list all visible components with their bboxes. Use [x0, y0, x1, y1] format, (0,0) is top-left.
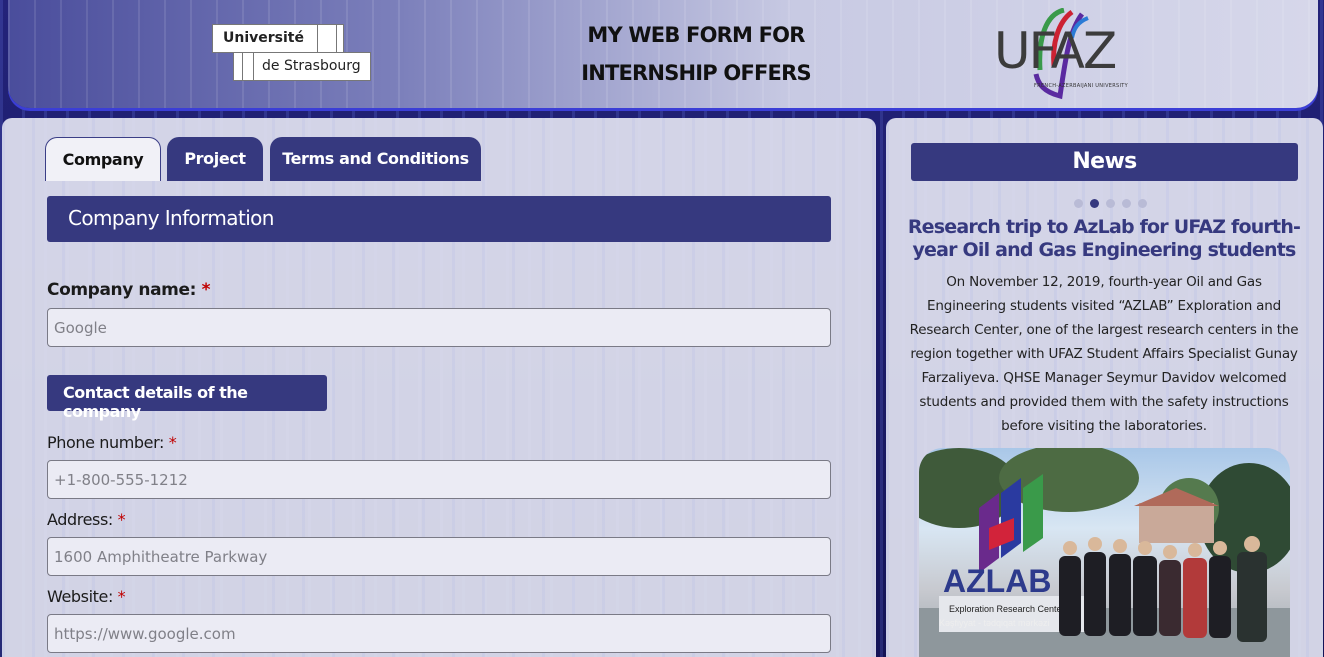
company-name-input[interactable]: [47, 308, 831, 347]
required-marker: *: [168, 433, 177, 452]
ufaz-logo[interactable]: UFAZ FRENCH-AZERBAIJANI UNIVERSITY: [994, 8, 1136, 100]
universite-de-strasbourg-logo[interactable]: Université de Strasbourg: [212, 24, 374, 84]
required-marker: *: [201, 280, 211, 300]
uni-logo-top-text: Université: [212, 24, 344, 53]
page-header: Université de Strasbourg MY WEB FORM FOR…: [8, 0, 1318, 108]
website-input[interactable]: [47, 614, 831, 653]
news-panel: News Research trip to AzLab for UFAZ fou…: [886, 118, 1323, 657]
carousel-dot-1[interactable]: [1074, 199, 1083, 208]
tab-company[interactable]: Company: [45, 137, 161, 181]
page-title-line-2: INTERNSHIP OFFERS: [581, 61, 811, 85]
carousel-dot-3[interactable]: [1106, 199, 1115, 208]
required-marker: *: [117, 587, 126, 606]
news-article-body: On November 12, 2019, fourth-year Oil an…: [909, 274, 1299, 434]
photo-sign-main: AZLAB: [943, 563, 1051, 599]
address-input[interactable]: [47, 537, 831, 576]
company-name-label: Company name: *: [47, 280, 210, 300]
news-heading: News: [911, 143, 1298, 181]
news-article-photo[interactable]: AZLAB Exploration Research Center Kəşfiy…: [919, 448, 1290, 657]
address-label: Address: *: [47, 510, 126, 529]
photo-sign-sub2: Kəşfiyyat - tədqiqat mərkəzi: [939, 618, 1050, 628]
website-label: Website: *: [47, 587, 126, 606]
tab-terms-and-conditions[interactable]: Terms and Conditions: [270, 137, 481, 181]
phone-number-input[interactable]: [47, 460, 831, 499]
page-title-line-1: MY WEB FORM FOR: [587, 23, 805, 47]
news-article-title[interactable]: Research trip to AzLab for UFAZ fourth-y…: [904, 216, 1304, 262]
required-marker: *: [117, 510, 126, 529]
page-title: MY WEB FORM FOR INTERNSHIP OFFERS: [548, 16, 844, 92]
phone-number-label-text: Phone number:: [47, 433, 165, 452]
website-label-text: Website:: [47, 587, 113, 606]
carousel-dot-5[interactable]: [1138, 199, 1147, 208]
address-label-text: Address:: [47, 510, 113, 529]
ufaz-logo-text: UFAZ: [994, 22, 1117, 80]
carousel-dot-2[interactable]: [1090, 199, 1099, 208]
azlab-group-photo: AZLAB Exploration Research Center Kəşfiy…: [919, 448, 1290, 657]
uni-logo-bottom-text: de Strasbourg: [233, 52, 371, 81]
photo-sign-sub: Exploration Research Center: [949, 604, 1065, 614]
contact-details-heading: Contact details of the company: [47, 375, 327, 421]
company-name-label-text: Company name:: [47, 280, 197, 300]
phone-number-label: Phone number: *: [47, 433, 177, 452]
ufaz-logo-subtitle: FRENCH-AZERBAIJANI UNIVERSITY: [1034, 83, 1128, 89]
carousel-dot-4[interactable]: [1122, 199, 1131, 208]
company-information-heading: Company Information: [47, 196, 831, 242]
form-panel: Company Project Terms and Conditions Com…: [2, 118, 876, 657]
tab-project[interactable]: Project: [167, 137, 263, 181]
